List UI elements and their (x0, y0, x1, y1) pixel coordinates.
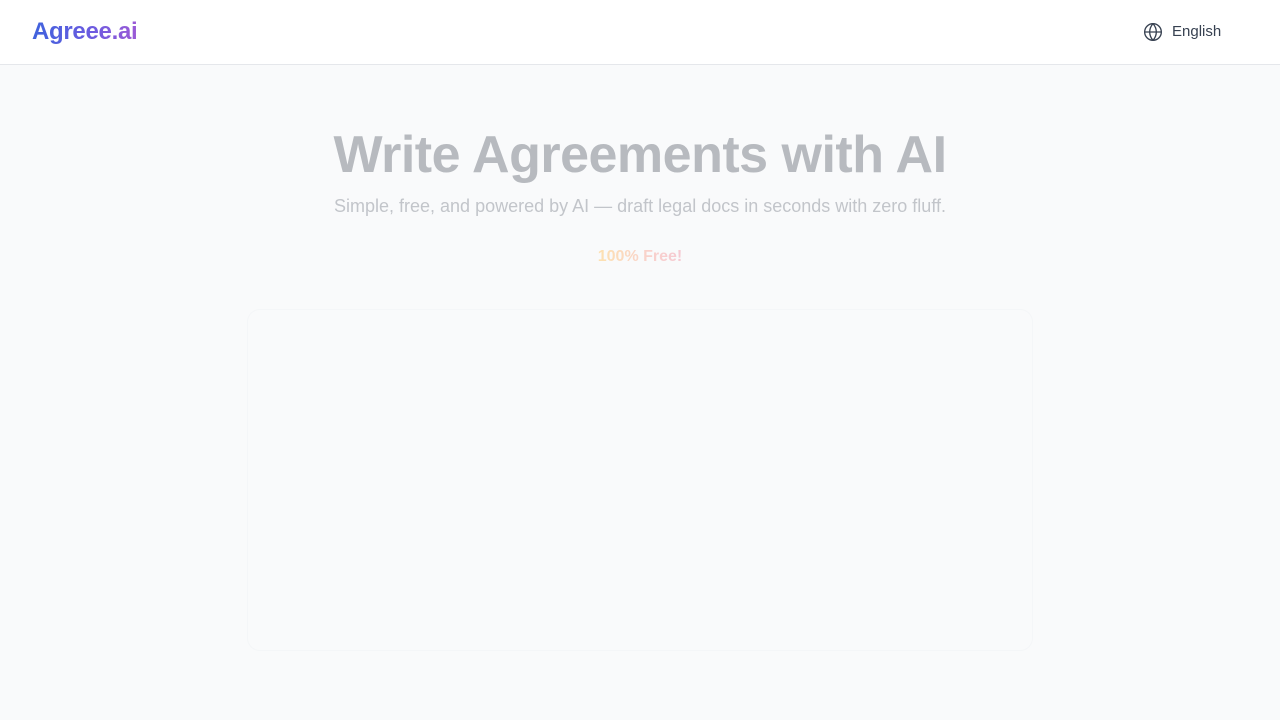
loading-content-panel (248, 310, 1032, 650)
top-navigation-bar: Agreee.ai English (0, 0, 1280, 65)
brand-logo[interactable]: Agreee.ai (32, 16, 138, 48)
language-label: English (1172, 23, 1222, 40)
language-selector[interactable]: English (1143, 20, 1221, 44)
free-badge-text: 100% Free! (597, 248, 683, 265)
hero-section: Write Agreements with AI Simple, free, a… (0, 65, 1280, 720)
free-badge: 100% Free! (0, 246, 1280, 268)
globe-icon (1144, 23, 1162, 41)
hero-title: Write Agreements with AI (333, 126, 947, 184)
hero-subtitle: Simple, free, and powered by AI — draft … (334, 196, 946, 216)
